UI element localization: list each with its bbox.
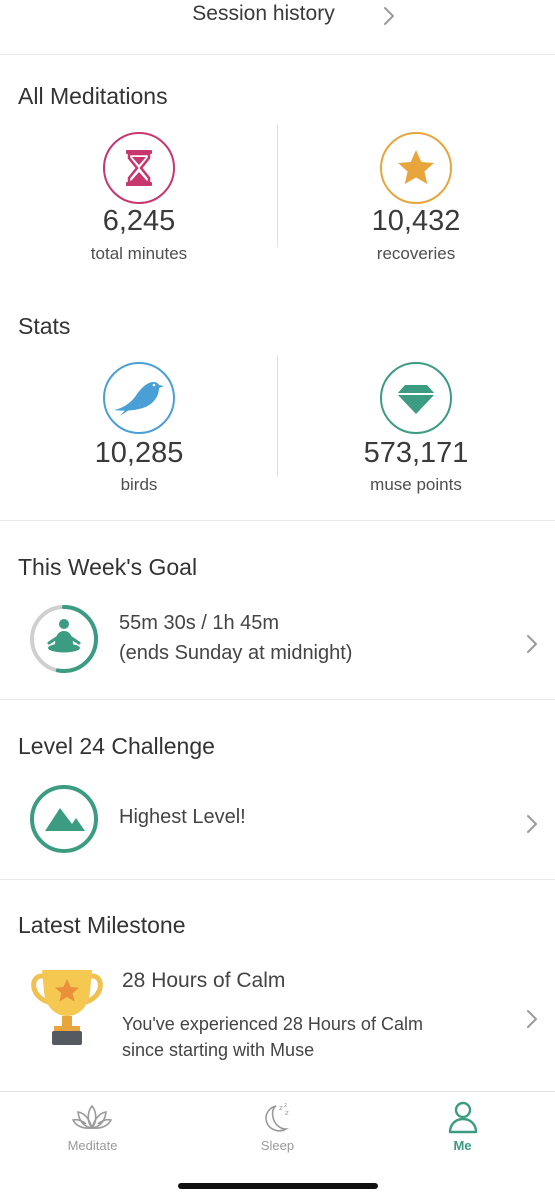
milestone-title: Latest Milestone	[18, 912, 186, 938]
weekly-goal-title: This Week's Goal	[18, 554, 198, 580]
recoveries-label: recoveries	[376, 244, 456, 263]
chevron-right-icon	[527, 635, 537, 653]
goal-ends-text: (ends Sunday at midnight)	[119, 642, 353, 664]
session-history-label: Session history	[192, 2, 335, 25]
hourglass-icon	[103, 132, 175, 204]
trophy-icon	[31, 970, 103, 1045]
tab-meditate[interactable]: Meditate	[0, 1094, 185, 1164]
moon-icon: z z z	[265, 1102, 290, 1132]
milestone-row[interactable]: 28 Hours of Calm You've experienced 28 H…	[0, 958, 555, 1068]
muse-points-value: 573,171	[363, 437, 469, 469]
tab-sleep-label: Sleep	[260, 1138, 295, 1153]
svg-text:z: z	[279, 1104, 283, 1112]
total-minutes-value: 6,245	[102, 205, 176, 237]
tab-me-label: Me	[453, 1138, 472, 1153]
star-icon	[380, 132, 452, 204]
milestone-name: 28 Hours of Calm	[122, 969, 286, 992]
lotus-icon	[72, 1104, 112, 1130]
chevron-right-icon	[384, 7, 394, 25]
stats-title: Stats	[18, 313, 71, 339]
challenge-status: Highest Level!	[119, 806, 246, 828]
challenge-row[interactable]: Highest Level!	[0, 776, 555, 876]
milestone-description-line2: since starting with Muse	[122, 1040, 315, 1060]
mountain-icon	[30, 785, 98, 853]
tab-me[interactable]: Me	[370, 1094, 555, 1164]
svg-text:z: z	[284, 1102, 287, 1109]
svg-text:z: z	[285, 1109, 289, 1117]
muse-points-label: muse points	[370, 475, 462, 494]
chevron-right-icon	[527, 815, 537, 833]
goal-progress-text: 55m 30s / 1h 45m	[119, 612, 280, 634]
meditation-progress-icon	[30, 605, 98, 673]
tab-sleep[interactable]: z z z Sleep	[185, 1094, 370, 1164]
birds-label: birds	[120, 475, 158, 494]
milestone-description-line1: You've experienced 28 Hours of Calm	[122, 1014, 423, 1034]
chevron-right-icon	[527, 1010, 537, 1028]
birds-value: 10,285	[94, 437, 184, 469]
all-meditations-title: All Meditations	[18, 83, 168, 109]
weekly-goal-row[interactable]: 55m 30s / 1h 45m (ends Sunday at midnigh…	[0, 596, 555, 696]
session-history-row[interactable]: Session history	[0, 0, 555, 54]
tab-meditate-label: Meditate	[67, 1138, 118, 1153]
bird-icon	[103, 362, 175, 434]
recoveries-value: 10,432	[371, 205, 461, 237]
challenge-title: Level 24 Challenge	[18, 733, 215, 759]
person-icon	[448, 1101, 478, 1134]
total-minutes-label: total minutes	[90, 244, 188, 263]
home-indicator	[178, 1183, 378, 1189]
gem-icon	[380, 362, 452, 434]
